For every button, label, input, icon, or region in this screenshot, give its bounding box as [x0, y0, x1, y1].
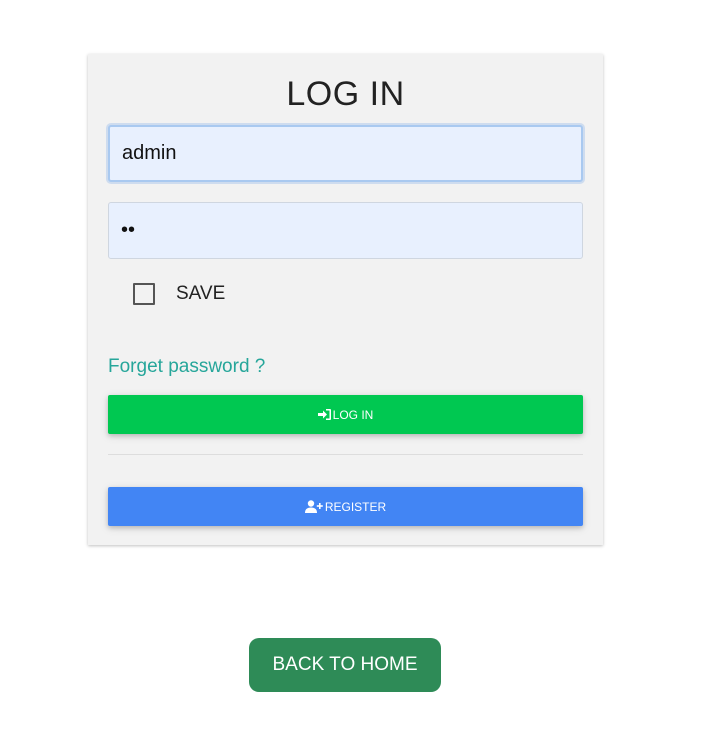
password-input[interactable] — [108, 202, 583, 259]
divider — [108, 454, 583, 455]
sign-in-icon — [317, 409, 331, 420]
forgot-password-link[interactable]: Forget password ? — [108, 356, 265, 378]
save-checkbox-row[interactable]: SAVE — [133, 282, 225, 306]
login-card: LOG IN SAVE Forget password ? LOG IN REG… — [88, 54, 603, 545]
save-checkbox[interactable] — [133, 283, 155, 305]
user-plus-icon — [304, 500, 323, 513]
save-label: SAVE — [176, 283, 226, 304]
username-input[interactable] — [108, 125, 583, 182]
register-button[interactable]: REGISTER — [108, 487, 583, 526]
back-to-home-button[interactable]: BACK TO HOME — [249, 638, 441, 692]
login-button-label: LOG IN — [332, 407, 374, 422]
login-button[interactable]: LOG IN — [108, 395, 583, 434]
login-title: LOG IN — [286, 75, 405, 113]
register-button-label: REGISTER — [324, 499, 387, 514]
